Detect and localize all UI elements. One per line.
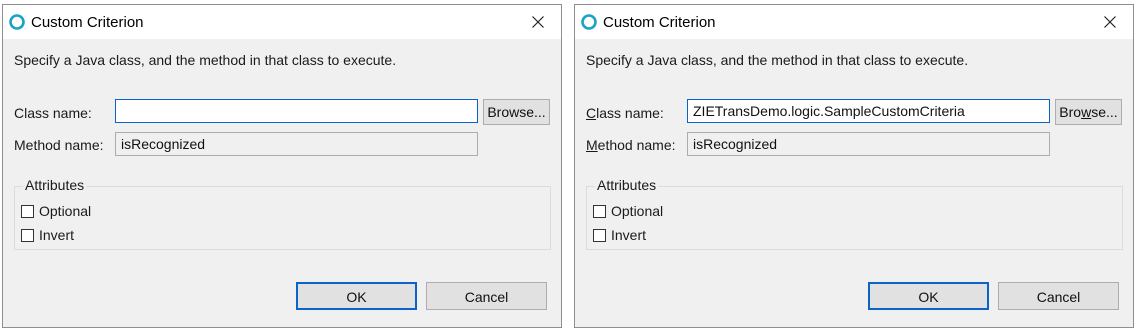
title-bar: Custom Criterion: [575, 5, 1133, 39]
attributes-group-title: Attributes: [595, 177, 659, 193]
title-bar: Custom Criterion: [3, 5, 561, 39]
close-button[interactable]: [1087, 5, 1133, 39]
mnemonic-char: C: [586, 105, 597, 121]
attributes-group: [14, 186, 551, 250]
class-name-label-text: lass name:: [596, 105, 664, 121]
checkbox-box[interactable]: [593, 204, 606, 218]
class-name-label: Class name:: [14, 105, 92, 121]
close-icon: [532, 16, 544, 28]
browse-label-b: se...: [1091, 104, 1118, 120]
class-name-label: Class name:: [586, 105, 664, 121]
optional-checkbox[interactable]: Optional: [593, 202, 663, 220]
checkbox-box[interactable]: [21, 228, 34, 242]
attributes-group-title: Attributes: [23, 177, 87, 193]
mnemonic-char: M: [586, 137, 598, 153]
invert-checkbox[interactable]: Invert: [21, 226, 74, 244]
dialog-description: Specify a Java class, and the method in …: [586, 52, 969, 68]
browse-label-a: Bro: [1059, 104, 1082, 120]
optional-label: Optional: [611, 203, 664, 219]
optional-label: Optional: [39, 203, 92, 219]
method-name-field[interactable]: [687, 132, 1050, 156]
attributes-group: [586, 186, 1123, 250]
dialog-description: Specify a Java class, and the method in …: [14, 52, 397, 68]
mnemonic-char: w: [1081, 104, 1092, 120]
circle-ring-icon: [581, 14, 597, 30]
invert-label: Invert: [611, 227, 647, 243]
ok-button[interactable]: OK: [296, 282, 417, 310]
method-name-label: Method name:: [586, 137, 676, 153]
browse-button[interactable]: Browse...: [483, 99, 550, 125]
class-name-input[interactable]: [687, 99, 1050, 123]
custom-criterion-dialog: Custom Criterion Specify a Java class, a…: [2, 4, 562, 328]
circle-ring-icon: [9, 14, 25, 30]
cancel-button[interactable]: Cancel: [998, 282, 1119, 310]
close-icon: [1104, 16, 1116, 28]
invert-checkbox[interactable]: Invert: [593, 226, 646, 244]
optional-checkbox[interactable]: Optional: [21, 202, 91, 220]
method-name-field[interactable]: [115, 132, 478, 156]
dialog-title: Custom Criterion: [603, 14, 716, 31]
custom-criterion-dialog: Custom Criterion Specify a Java class, a…: [574, 4, 1134, 328]
class-name-input[interactable]: [115, 99, 478, 123]
checkbox-box[interactable]: [21, 204, 34, 218]
checkbox-box[interactable]: [593, 228, 606, 242]
method-name-label-text: ethod name:: [597, 137, 676, 153]
invert-label: Invert: [39, 227, 75, 243]
cancel-button[interactable]: Cancel: [426, 282, 547, 310]
close-button[interactable]: [515, 5, 561, 39]
browse-button[interactable]: Browse...: [1055, 99, 1122, 125]
method-name-label: Method name:: [14, 137, 104, 153]
ok-button[interactable]: OK: [868, 282, 989, 310]
dialog-title: Custom Criterion: [31, 14, 144, 31]
